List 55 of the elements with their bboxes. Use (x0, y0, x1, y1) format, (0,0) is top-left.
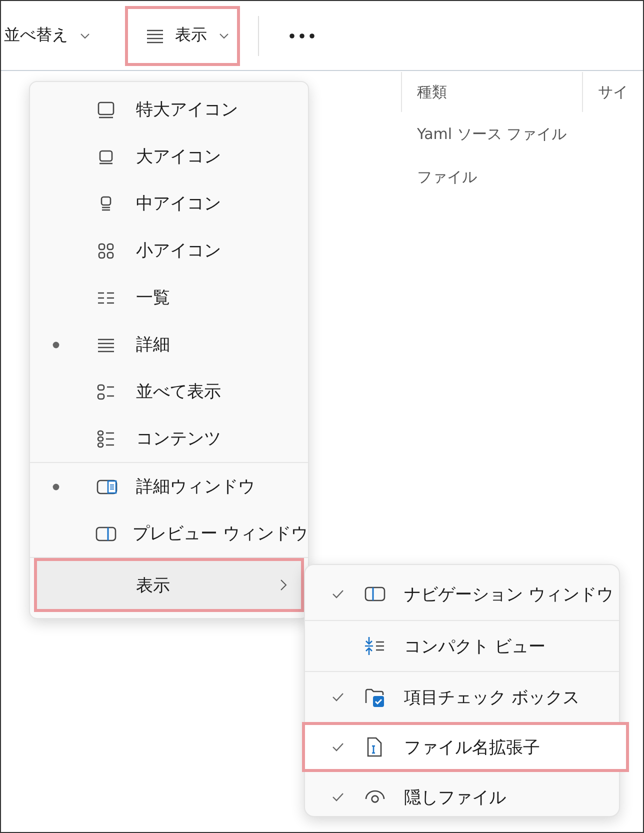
content-list-icon (96, 428, 116, 448)
grid-icon (96, 240, 116, 260)
menu-item[interactable]: 中アイコン (30, 180, 308, 227)
menu-item[interactable]: 詳細 (30, 321, 308, 368)
tiles-icon (96, 382, 116, 402)
monitor-icon (96, 100, 116, 120)
folder-check-icon (364, 686, 386, 708)
column-header[interactable]: サイ (582, 72, 643, 112)
more-icon (289, 32, 315, 38)
menu-item[interactable]: コンテンツ (30, 415, 308, 462)
menu-item-label: コンパクト ビュー (404, 636, 546, 658)
menu-item-label: 表示 (136, 574, 170, 596)
menu-item[interactable]: ファイル名拡張子 (302, 722, 629, 772)
bullet-icon (52, 482, 60, 490)
compact-icon (364, 636, 386, 656)
menu-item[interactable]: 詳細ウィンドウ (30, 463, 308, 510)
menu-item[interactable]: コンパクト ビュー (305, 621, 629, 671)
chevron-down-icon (80, 32, 90, 38)
menu-item-label: ファイル名拡張子 (404, 736, 540, 758)
menu-item[interactable]: 大アイコン (30, 133, 308, 180)
menu-item-label: 特大アイコン (136, 99, 238, 121)
menu-item[interactable]: 並べて表示 (30, 368, 308, 415)
pane-icon (364, 584, 386, 604)
menu-item[interactable]: ナビゲーション ウィンドウ (305, 568, 629, 620)
column-header[interactable]: 種類 (401, 72, 582, 112)
menu-item[interactable]: 小アイコン (30, 227, 308, 274)
menu-item[interactable]: 一覧 (30, 274, 308, 321)
menu-item-label: プレビュー ウィンドウ (132, 523, 308, 545)
menu-item-label: 詳細ウィンドウ (136, 476, 255, 498)
checkmark-icon (332, 792, 344, 802)
table-cell: ファイル (417, 168, 477, 187)
menu-item[interactable]: プレビュー ウィンドウ (30, 510, 308, 557)
menu-item[interactable]: 項目チェック ボックス (305, 672, 629, 722)
menu-item-label: 小アイコン (136, 240, 221, 262)
chevron-right-icon (280, 579, 287, 591)
checkmark-icon (332, 742, 344, 752)
menu-item-label: 詳細 (136, 334, 170, 356)
menu-item-label: 並べて表示 (136, 381, 221, 403)
menu-item[interactable]: 隠しファイル (305, 772, 629, 822)
checkmark-icon (332, 589, 344, 599)
menu-item-label: 一覧 (136, 287, 170, 309)
menu-item-label: 中アイコン (136, 193, 221, 215)
toolbar-button[interactable]: 表示 (125, 6, 240, 66)
menu-item-label: コンテンツ (136, 428, 221, 450)
bullet-icon (52, 340, 60, 348)
menu-item-label: ナビゲーション ウィンドウ (404, 584, 614, 606)
submenu-item[interactable]: 表示 (34, 558, 304, 612)
menu-item-label: 項目チェック ボックス (404, 686, 580, 708)
checkmark-icon (332, 692, 344, 702)
toolbar-button[interactable]: 並べ替え (1, 6, 103, 66)
table-cell: Yaml ソース ファイル (417, 125, 567, 144)
menu-item-label: 大アイコン (136, 146, 221, 168)
menu-item-label: 隠しファイル (404, 786, 506, 808)
menu-item[interactable]: 特大アイコン (30, 86, 308, 133)
chevron-down-icon (219, 32, 229, 38)
